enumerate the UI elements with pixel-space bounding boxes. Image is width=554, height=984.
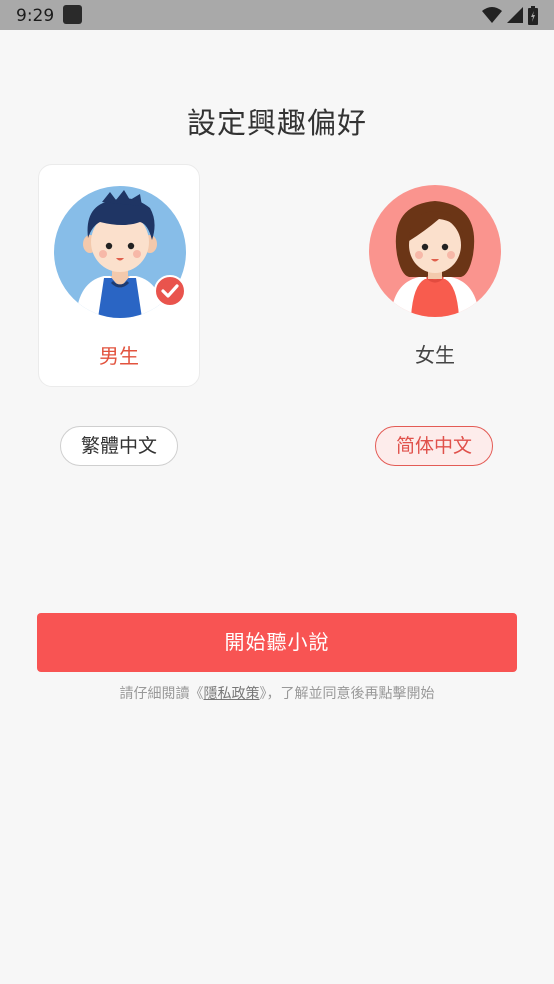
- gender-label-female: 女生: [415, 343, 455, 367]
- language-traditional-chinese-button[interactable]: 繁體中文: [60, 426, 178, 466]
- status-time: 9:29: [16, 6, 55, 26]
- privacy-policy-link[interactable]: 隱私政策: [204, 686, 260, 702]
- gender-label-male: 男生: [99, 344, 139, 368]
- privacy-notice-prefix: 請仔細閱讀《: [119, 686, 204, 702]
- status-icons: [482, 5, 538, 25]
- start-listening-button[interactable]: 開始聽小說: [37, 613, 517, 672]
- privacy-notice: 請仔細閱讀《隱私政策》，了解並同意後再點擊開始: [0, 683, 554, 703]
- wifi-icon: [482, 6, 502, 23]
- cellular-signal-icon: [507, 7, 523, 23]
- page-title: 設定興趣偏好: [186, 106, 367, 140]
- battery-icon: [528, 5, 538, 25]
- selected-check-icon: [154, 275, 186, 307]
- gender-option-female[interactable]: 女生: [354, 164, 516, 387]
- privacy-notice-suffix: 》，了解並同意後再點擊開始: [259, 686, 435, 702]
- gender-option-male[interactable]: 男生: [38, 164, 200, 387]
- language-simplified-chinese-button[interactable]: 简体中文: [375, 426, 493, 466]
- female-avatar: [369, 185, 501, 317]
- status-bar: 9:29: [0, 0, 554, 30]
- notification-icon: [63, 5, 82, 24]
